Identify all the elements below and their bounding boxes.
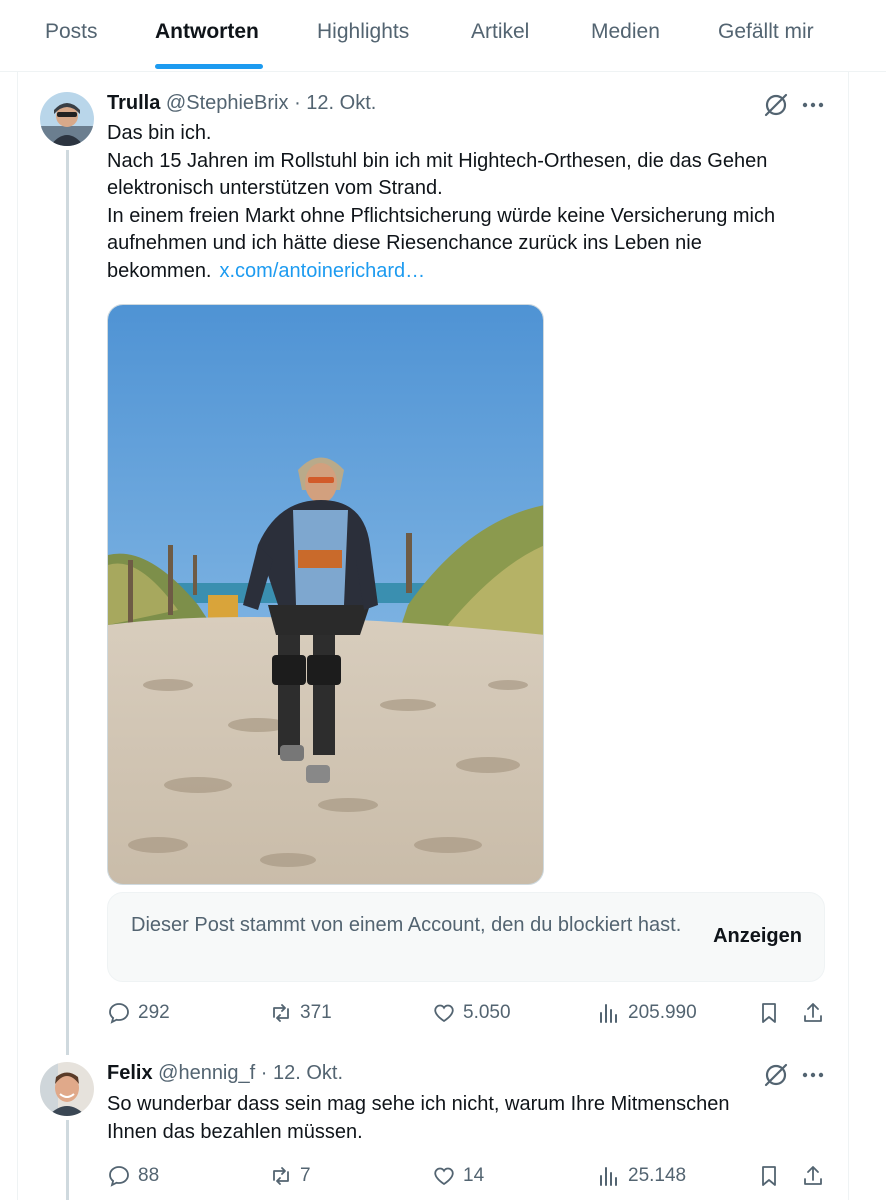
- more-icon[interactable]: [800, 92, 826, 118]
- avatar[interactable]: [40, 1062, 94, 1116]
- post-text-line: In einem freien Markt ohne Pflichtsicher…: [107, 204, 776, 227]
- author-handle[interactable]: @StephieBrix: [166, 92, 289, 114]
- like-count: 14: [463, 1165, 485, 1186]
- show-blocked-post-button[interactable]: Anzeigen: [713, 925, 802, 948]
- tab-highlights[interactable]: Highlights: [317, 20, 409, 44]
- header-separator: ·: [294, 92, 301, 114]
- share-button[interactable]: [801, 998, 825, 1028]
- bookmark-button[interactable]: [757, 1161, 781, 1191]
- reply-button[interactable]: 88: [107, 1161, 159, 1191]
- beach-photo-image: [108, 305, 543, 884]
- tab-media[interactable]: Medien: [591, 20, 660, 44]
- post-text-last-line: bekommen. x.com/antoinerichard…: [107, 258, 775, 286]
- view-count: 205.990: [628, 1002, 697, 1023]
- reply-icon: [109, 1166, 129, 1187]
- reply-count: 88: [138, 1165, 160, 1186]
- reply-count: 292: [138, 1002, 170, 1023]
- views-button[interactable]: 205.990: [597, 998, 697, 1028]
- external-link[interactable]: x.com/antoinerichard…: [220, 260, 426, 282]
- like-count: 5.050: [463, 1002, 511, 1023]
- bookmark-icon: [762, 1166, 776, 1186]
- repost-icon: [273, 1167, 289, 1185]
- post-text-line: Nach 15 Jahren im Rollstuhl bin ich mit …: [107, 149, 768, 172]
- repost-count: 7: [300, 1165, 311, 1186]
- repost-button[interactable]: 7: [269, 1161, 311, 1191]
- blocked-quote-notice: Dieser Post stammt von einem Account, de…: [107, 892, 825, 982]
- post-text: Das bin ich. Nach 15 Jahren im Rollstuhl…: [107, 120, 775, 285]
- view-count: 25.148: [628, 1165, 687, 1186]
- views-icon: [600, 1167, 617, 1186]
- post-actions: 88 7 14 25.148: [107, 1161, 827, 1191]
- like-button[interactable]: 5.050: [432, 998, 511, 1028]
- post-text-line: aufnehmen und ich hätte diese Riesenchan…: [107, 232, 702, 254]
- post-text-line: bekommen.: [107, 259, 212, 282]
- post-date[interactable]: 12. Okt.: [273, 1062, 343, 1084]
- avatar[interactable]: [40, 92, 94, 146]
- author-handle[interactable]: @hennig_f: [158, 1062, 255, 1084]
- post-header: Trulla @StephieBrix · 12. Okt.: [107, 92, 376, 115]
- header-separator: ·: [260, 1062, 268, 1084]
- thread-connector-line: [66, 150, 69, 1055]
- bookmark-icon: [762, 1003, 776, 1023]
- grok-icon[interactable]: [763, 1062, 789, 1088]
- author-name[interactable]: Trulla: [107, 92, 160, 114]
- post-date[interactable]: 12. Okt.: [306, 92, 376, 114]
- grok-icon[interactable]: [763, 92, 789, 118]
- like-button[interactable]: 14: [432, 1161, 484, 1191]
- repost-count: 371: [300, 1002, 332, 1023]
- heart-icon: [434, 1004, 454, 1023]
- heart-icon: [434, 1167, 454, 1186]
- profile-tabs: Posts Antworten Highlights Artikel Medie…: [0, 0, 886, 72]
- post-text-line: elektronisch unterstützen vom Strand.: [107, 177, 443, 199]
- post-text-line: So wunderbar dass sein mag sehe ich nich…: [107, 1093, 730, 1115]
- post-photo[interactable]: [107, 304, 544, 885]
- share-icon: [804, 1003, 822, 1022]
- post-actions: 292 371 5.050 205.990: [107, 998, 827, 1028]
- repost-button[interactable]: 371: [269, 998, 332, 1028]
- post-text-line: Das bin ich.: [107, 122, 212, 144]
- thread-connector-line: [66, 1120, 69, 1200]
- blocked-notice-text: Dieser Post stammt von einem Account, de…: [131, 914, 682, 936]
- repost-icon: [273, 1004, 289, 1022]
- views-icon: [600, 1004, 617, 1023]
- bookmark-button[interactable]: [757, 998, 781, 1028]
- reply-button[interactable]: 292: [107, 998, 170, 1028]
- tab-replies[interactable]: Antworten: [155, 20, 259, 44]
- reply-icon: [109, 1003, 129, 1024]
- views-button[interactable]: 25.148: [597, 1161, 686, 1191]
- post-text: So wunderbar dass sein mag sehe ich nich…: [107, 1091, 730, 1146]
- post-header: Felix @hennig_f · 12. Okt.: [107, 1062, 343, 1085]
- author-name[interactable]: Felix: [107, 1062, 153, 1084]
- active-tab-indicator: [155, 64, 263, 69]
- more-icon[interactable]: [800, 1062, 826, 1088]
- share-button[interactable]: [801, 1161, 825, 1191]
- tab-posts[interactable]: Posts: [45, 20, 98, 44]
- tab-likes[interactable]: Gefällt mir: [718, 20, 814, 44]
- post-text-line: Ihnen das bezahlen müssen.: [107, 1120, 363, 1143]
- tab-articles[interactable]: Artikel: [471, 20, 529, 44]
- share-icon: [804, 1166, 822, 1185]
